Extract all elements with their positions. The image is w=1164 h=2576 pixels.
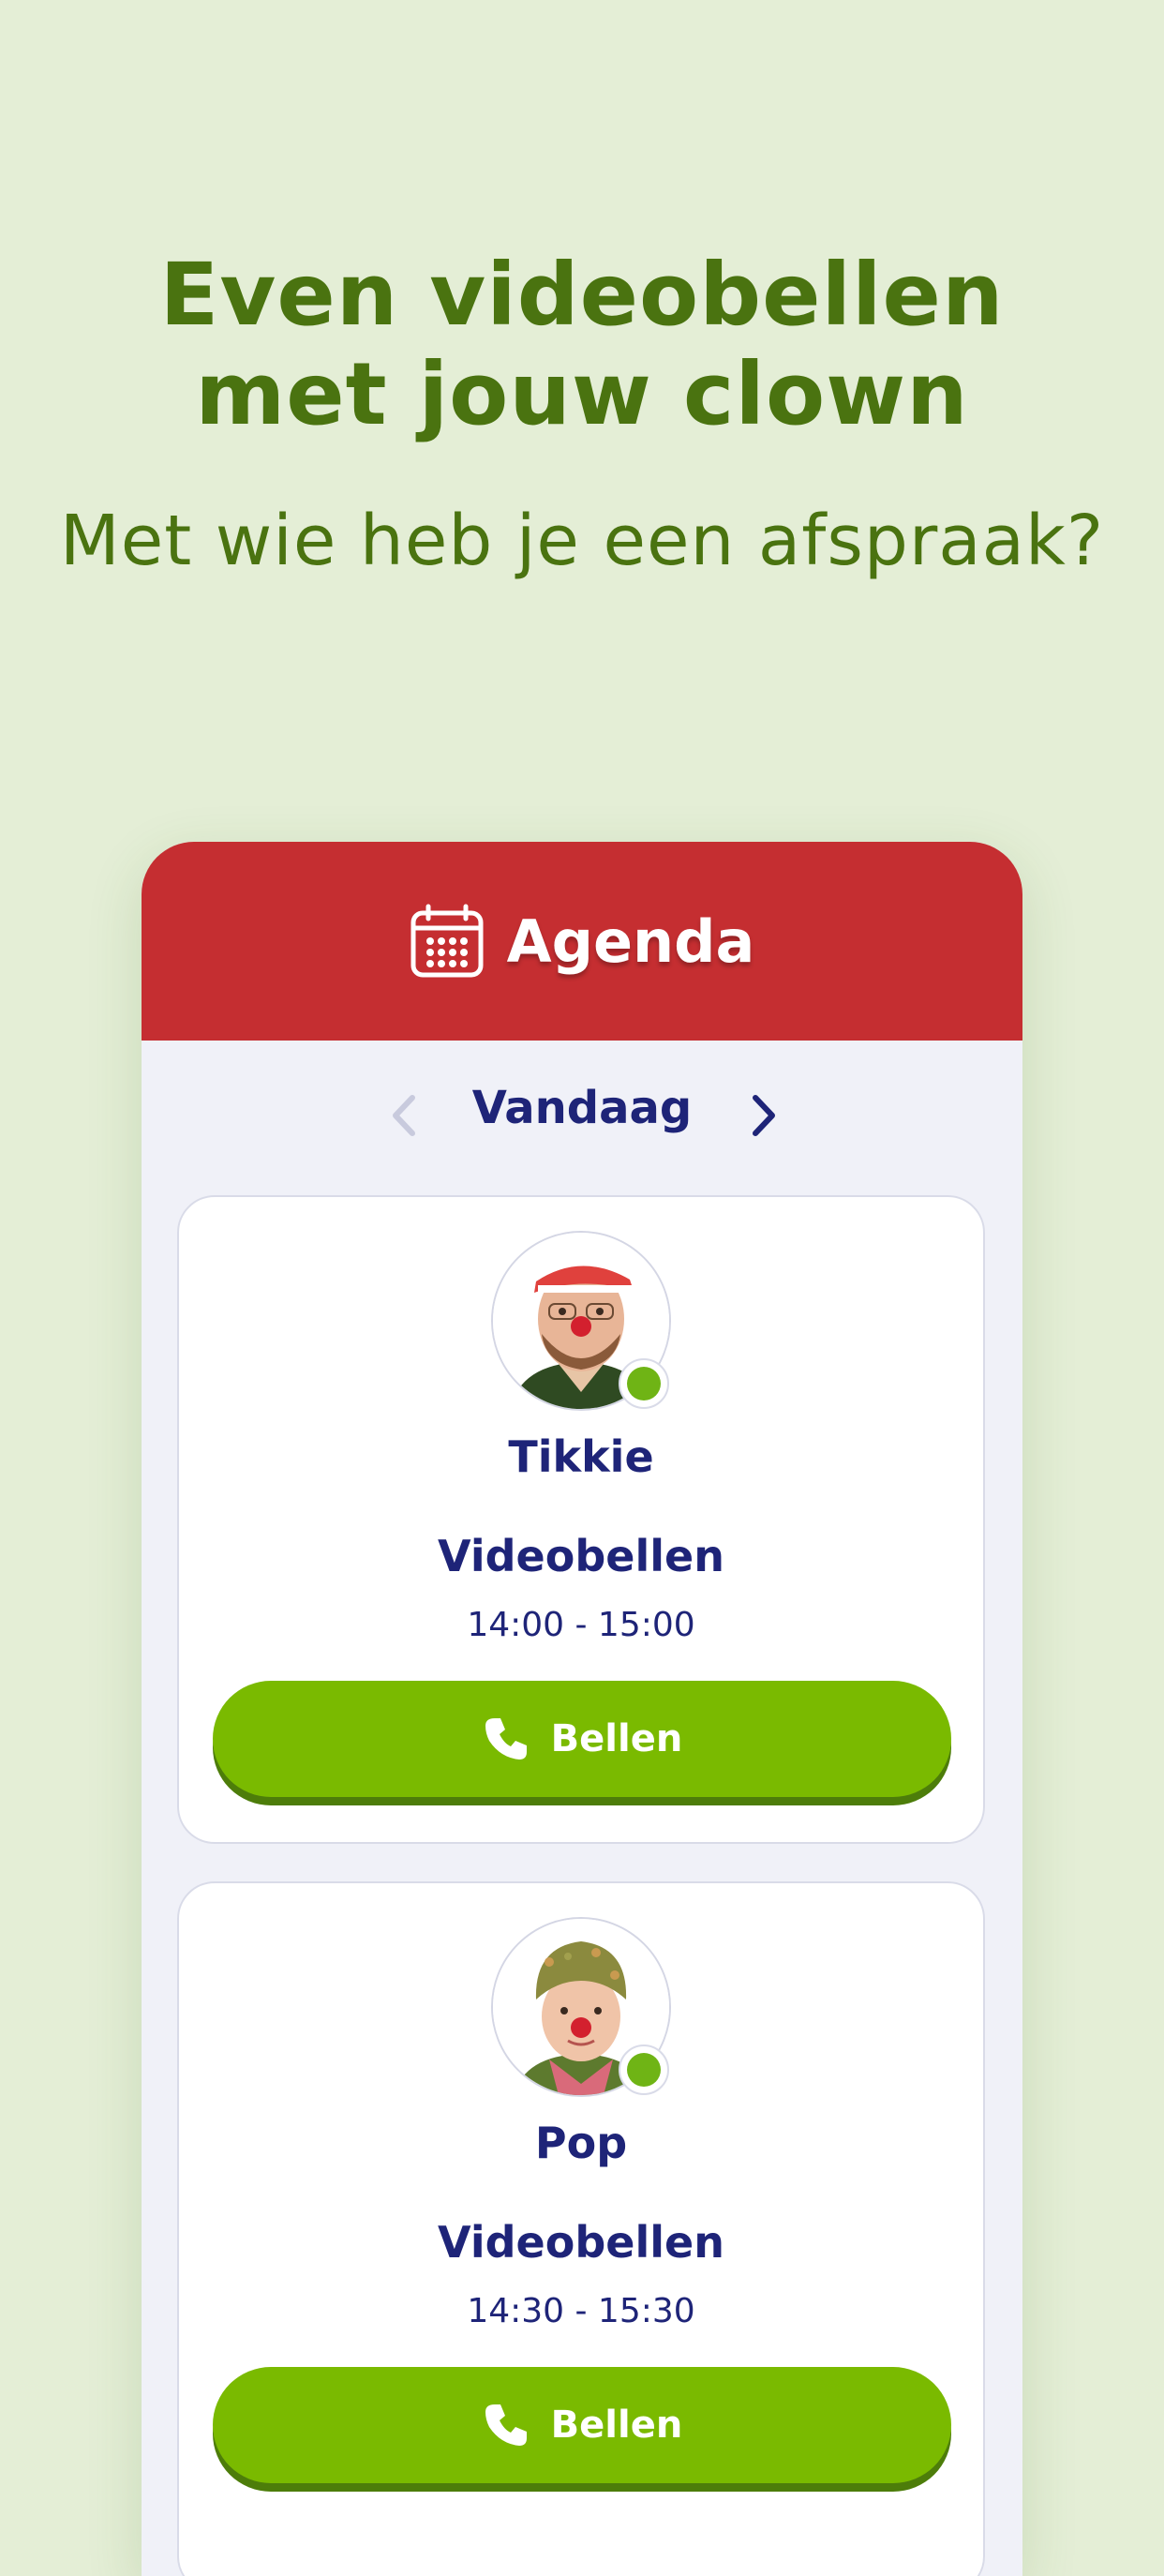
hero-subtitle: Met wie heb je een afspraak? <box>59 501 1105 581</box>
appointment-type: Videobellen <box>438 1531 724 1581</box>
call-button[interactable]: Bellen <box>213 2367 951 2483</box>
hero-title: Even videobellen met jouw clown <box>0 246 1164 444</box>
calendar-icon <box>410 904 485 979</box>
agenda-title: Agenda <box>506 906 755 976</box>
call-button-label: Bellen <box>550 2404 683 2447</box>
agenda-header: Agenda <box>142 842 1022 1041</box>
clown-name: Pop <box>534 2118 628 2168</box>
call-button-label: Bellen <box>550 1717 683 1760</box>
phone-icon <box>482 2401 530 2449</box>
online-status-icon <box>619 1358 669 1409</box>
date-navigation: Vandaag <box>142 1041 1022 1191</box>
appointment-type: Videobellen <box>438 2217 724 2268</box>
avatar-wrap <box>491 1917 671 2097</box>
avatar-wrap <box>491 1231 671 1411</box>
appointment-card: Pop Videobellen 14:30 - 15:30 Bellen <box>177 1881 985 2576</box>
hero-title-line-1: Even videobellen <box>159 245 1005 345</box>
online-status-icon <box>619 2044 669 2095</box>
call-button[interactable]: Bellen <box>213 1681 951 1797</box>
chevron-right-icon[interactable] <box>736 1087 792 1144</box>
phone-icon <box>482 1715 530 1763</box>
clown-name: Tikkie <box>508 1431 654 1482</box>
date-label: Vandaag <box>471 1082 693 1134</box>
appointment-time: 14:30 - 15:30 <box>467 2292 695 2330</box>
hero-title-line-2: met jouw clown <box>195 344 969 444</box>
appointment-card: Tikkie Videobellen 14:00 - 15:00 Bellen <box>177 1195 985 1844</box>
appointment-time: 14:00 - 15:00 <box>467 1606 695 1644</box>
agenda-card: Agenda Vandaag Tikkie Videobellen 14:00 … <box>142 842 1022 2576</box>
